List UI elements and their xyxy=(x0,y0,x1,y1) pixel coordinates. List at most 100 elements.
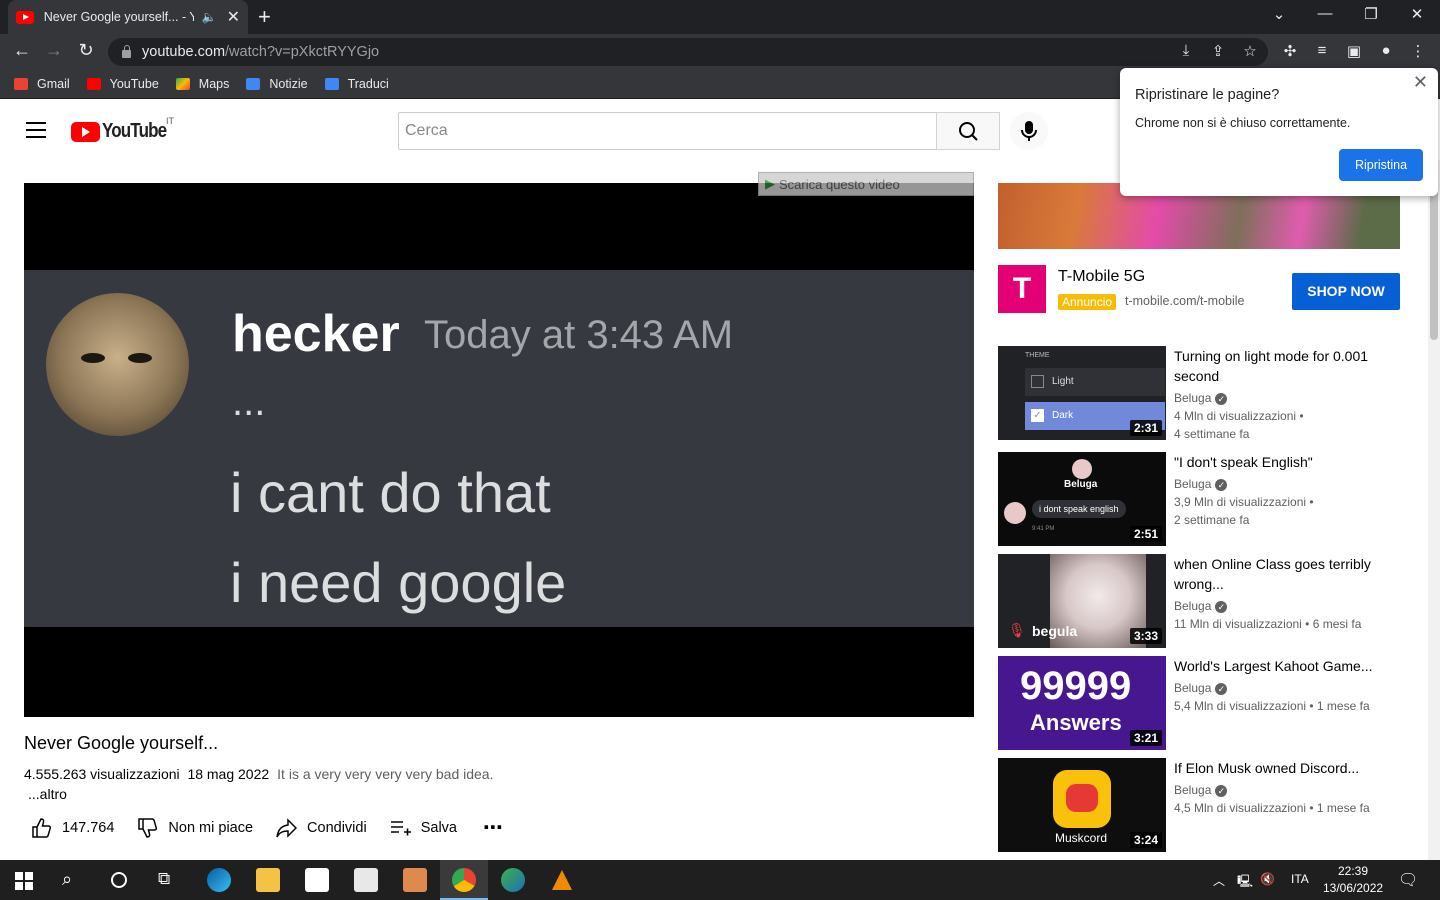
recommended-video[interactable]: Muskcord 3:24 If Elon Musk owned Discord… xyxy=(998,758,1418,852)
bookmark-youtube[interactable]: YouTube xyxy=(86,77,159,91)
tab-search-icon[interactable]: ⌄ xyxy=(1264,5,1294,23)
chrome-menu-icon[interactable]: ⋮ xyxy=(1407,42,1429,60)
new-tab-icon[interactable]: + xyxy=(258,4,271,30)
message-username: hecker xyxy=(232,305,400,363)
amongus-icon xyxy=(1066,784,1098,812)
bookmark-notizie[interactable]: Notizie xyxy=(246,77,308,91)
dislike-button[interactable]: Non mi piace xyxy=(136,817,253,839)
bookmark-maps[interactable]: Maps xyxy=(175,77,229,91)
video-thumbnail[interactable]: 99999 Answers 3:21 xyxy=(998,656,1166,750)
video-thumbnail[interactable]: THEME Light ✓ Dark 2:31 xyxy=(998,346,1166,440)
video-title[interactable]: "I don't speak English" xyxy=(1174,452,1384,472)
video-thumbnail[interactable]: Muskcord 3:24 xyxy=(998,758,1166,852)
bookmark-label: YouTube xyxy=(109,77,159,91)
thumb-text: begula xyxy=(1032,623,1078,639)
save-button[interactable]: Salva xyxy=(389,817,457,839)
windows-start-icon[interactable] xyxy=(15,872,33,890)
close-tab-icon[interactable]: ✕ xyxy=(227,7,240,27)
search-icon[interactable]: ⌕ xyxy=(62,869,72,890)
ad-title[interactable]: T-Mobile 5G xyxy=(1058,268,1145,286)
file-explorer-icon[interactable] xyxy=(256,868,280,892)
dialog-message: Chrome non si è chiuso correttamente. xyxy=(1135,116,1351,130)
more-horizontal-icon: ⋯ xyxy=(482,817,503,839)
youtube-logo[interactable]: YouTube IT xyxy=(71,116,178,143)
channel-name[interactable]: Beluga ✓ xyxy=(1174,783,1228,797)
view-count: 4 Mln di visualizzazioni • xyxy=(1174,409,1304,423)
bookmark-gmail[interactable]: Gmail xyxy=(14,77,70,91)
minimize-icon[interactable]: — xyxy=(1310,5,1340,22)
chrome-icon[interactable] xyxy=(452,868,476,892)
clock-time[interactable]: 22:39 xyxy=(1338,864,1368,878)
message-ellipsis: ... xyxy=(232,380,266,424)
back-icon[interactable]: ← xyxy=(10,40,34,61)
scrollbar-thumb[interactable] xyxy=(1430,185,1438,340)
side-panel-icon[interactable]: ▣ xyxy=(1343,42,1365,60)
audio-playing-icon[interactable]: 🔈 xyxy=(202,10,217,24)
video-thumbnail[interactable]: 🎙 begula 3:33 xyxy=(998,554,1166,648)
download-video-bar[interactable]: ▶ Scarica questo video xyxy=(758,172,974,196)
profile-icon[interactable]: ● xyxy=(1375,42,1397,59)
bookmark-star-icon[interactable]: ☆ xyxy=(1239,42,1261,60)
verified-icon: ✓ xyxy=(1215,683,1228,695)
video-title[interactable]: when Online Class goes terribly wrong... xyxy=(1174,554,1384,594)
recommended-video[interactable]: 🎙 begula 3:33 when Online Class goes ter… xyxy=(998,554,1418,648)
restore-button[interactable]: Ripristina xyxy=(1339,149,1423,181)
search-input[interactable]: Cerca xyxy=(398,112,937,150)
store-icon[interactable] xyxy=(305,868,329,892)
video-player[interactable]: hecker Today at 3:43 AM ... i cant do th… xyxy=(24,183,974,717)
address-bar[interactable]: youtube.com/watch?v=pXkctRYYGjo xyxy=(108,38,1268,66)
close-window-icon[interactable]: ✕ xyxy=(1402,5,1432,23)
browser-icon[interactable] xyxy=(501,868,525,892)
search-button[interactable] xyxy=(936,112,1000,150)
thumb-text: Light xyxy=(1052,376,1074,387)
restore-window-icon[interactable]: ❐ xyxy=(1356,5,1386,23)
channel-name[interactable]: Beluga ✓ xyxy=(1174,599,1228,613)
bookmark-traduci[interactable]: Traduci xyxy=(324,77,389,91)
video-title[interactable]: If Elon Musk owned Discord... xyxy=(1174,758,1384,778)
voice-search-button[interactable] xyxy=(1010,112,1048,150)
media-player-icon[interactable] xyxy=(403,868,427,892)
channel-name[interactable]: Beluga ✓ xyxy=(1174,391,1228,405)
language-indicator[interactable]: ITA xyxy=(1291,872,1309,886)
recommended-video[interactable]: THEME Light ✓ Dark 2:31 Turning on light… xyxy=(998,346,1418,441)
lock-icon[interactable] xyxy=(122,45,131,58)
vlc-icon[interactable] xyxy=(552,870,572,890)
more-actions-button[interactable]: ⋯ xyxy=(479,815,503,840)
share-icon[interactable]: ⇪ xyxy=(1207,42,1229,60)
install-app-icon[interactable]: ⤓ xyxy=(1175,42,1197,59)
channel-name[interactable]: Beluga ✓ xyxy=(1174,477,1228,491)
show-more-link[interactable]: ...altro xyxy=(28,786,67,802)
video-description: It is a very very very very bad idea. xyxy=(277,766,494,782)
media-control-icon[interactable]: ≡ xyxy=(1311,42,1333,59)
recommended-video[interactable]: Beluga i dont speak english 9:41 PM 2:51… xyxy=(998,452,1418,546)
edge-icon[interactable] xyxy=(207,868,231,892)
thumb-text: 9:41 PM xyxy=(1032,526,1055,532)
mail-icon[interactable] xyxy=(354,868,378,892)
tmobile-logo[interactable]: T xyxy=(998,265,1046,313)
clock-date[interactable]: 13/06/2022 xyxy=(1323,881,1383,895)
thumbs-up-icon xyxy=(32,817,52,838)
network-icon[interactable]: 🖳 xyxy=(1237,872,1253,893)
task-view-icon[interactable]: ⧉ xyxy=(158,869,170,889)
video-thumbnail[interactable]: Beluga i dont speak english 9:41 PM 2:51 xyxy=(998,452,1166,546)
view-count: 11 Mln di visualizzazioni • 6 mesi fa xyxy=(1174,617,1362,631)
extensions-icon[interactable]: ✣ xyxy=(1279,42,1301,60)
recommended-video[interactable]: 99999 Answers 3:21 World's Largest Kahoo… xyxy=(998,656,1418,750)
menu-icon[interactable] xyxy=(26,122,46,138)
reload-icon[interactable]: ↻ xyxy=(74,40,98,61)
thumb-text: 99999 xyxy=(1020,664,1132,708)
windows-taskbar: ⌕ ⧉ ︿ 🖳 🔇 ITA 22:39 13/06/2022 🗨 xyxy=(0,860,1440,900)
browser-tab[interactable]: Never Google yourself... - Yo 🔈 ✕ xyxy=(8,0,248,34)
forward-icon[interactable]: → xyxy=(42,40,66,61)
notifications-icon[interactable]: 🗨 xyxy=(1398,870,1418,890)
like-button[interactable]: 147.764 xyxy=(30,817,114,839)
shop-now-button[interactable]: SHOP NOW xyxy=(1292,273,1400,310)
close-dialog-icon[interactable]: ✕ xyxy=(1413,72,1428,93)
share-button[interactable]: Condividi xyxy=(275,817,367,839)
channel-name[interactable]: Beluga ✓ xyxy=(1174,681,1228,695)
cortana-icon[interactable] xyxy=(111,872,127,888)
video-title[interactable]: Turning on light mode for 0.001 second xyxy=(1174,346,1384,386)
volume-muted-icon[interactable]: 🔇 xyxy=(1260,872,1275,886)
chevron-up-icon[interactable]: ︿ xyxy=(1213,872,1225,889)
video-title[interactable]: World's Largest Kahoot Game... xyxy=(1174,656,1384,676)
